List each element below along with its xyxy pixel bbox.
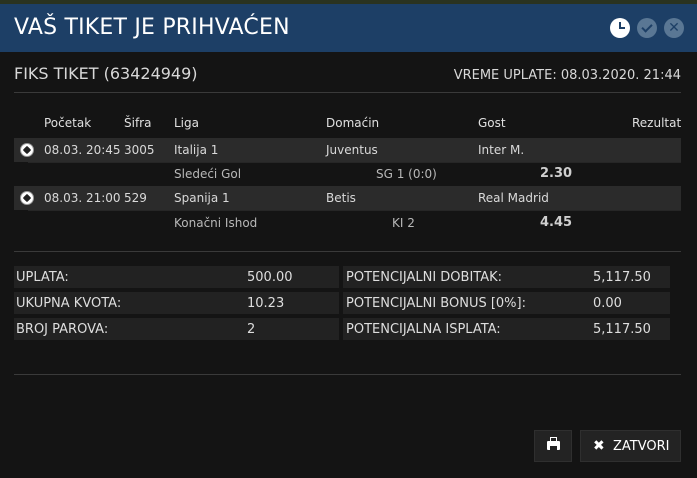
match-home: Juventus bbox=[326, 143, 378, 157]
total-odds-label: UKUPNA KVOTA: bbox=[16, 296, 122, 311]
modal-header: VAŠ TIKET JE PRIHVAĆEN ✕ bbox=[0, 4, 697, 52]
football-icon bbox=[20, 143, 34, 157]
potential-win-value: 5,117.50 bbox=[593, 270, 651, 285]
match-league: Spanija 1 bbox=[174, 191, 230, 205]
total-odds-value: 10.23 bbox=[247, 296, 285, 311]
match-code: 3005 bbox=[124, 143, 155, 157]
col-away: Gost bbox=[478, 116, 506, 130]
printer-icon bbox=[547, 437, 560, 451]
potential-payout-label: POTENCIJALNA ISPLATA: bbox=[346, 322, 501, 337]
stake-label: UPLATA: bbox=[16, 270, 69, 285]
col-code: Šifra bbox=[124, 116, 152, 130]
divider bbox=[14, 374, 681, 375]
stake-value: 500.00 bbox=[247, 270, 293, 285]
football-icon bbox=[20, 191, 34, 205]
close-x-icon: ✖ bbox=[593, 438, 605, 454]
pairs-value: 2 bbox=[247, 322, 256, 337]
potential-win-label: POTENCIJALNI DOBITAK: bbox=[346, 270, 503, 285]
potential-payout-value: 5,117.50 bbox=[593, 322, 651, 337]
bet-type: Konačni Ishod bbox=[174, 216, 258, 230]
ticket-title: FIKS TIKET (63424949) bbox=[14, 64, 198, 83]
potential-bonus-value: 0.00 bbox=[593, 296, 622, 311]
pairs-label: BROJ PAROVA: bbox=[16, 322, 109, 337]
print-button[interactable] bbox=[534, 430, 572, 462]
divider bbox=[14, 251, 681, 252]
col-home: Domaćin bbox=[326, 116, 380, 130]
bet-pick: SG 1 (0:0) bbox=[376, 167, 437, 181]
check-icon[interactable] bbox=[637, 18, 657, 38]
modal-title: VAŠ TIKET JE PRIHVAĆEN bbox=[14, 15, 290, 40]
col-league: Liga bbox=[174, 116, 199, 130]
bet-pick: KI 2 bbox=[392, 216, 415, 230]
match-start: 08.03. 20:45 bbox=[44, 143, 121, 157]
clock-icon[interactable] bbox=[610, 18, 630, 38]
potential-bonus-label: POTENCIJALNI BONUS [0%]: bbox=[346, 296, 526, 311]
close-button-label: ZATVORI bbox=[613, 439, 670, 454]
ticket-time: VREME UPLATE: 08.03.2020. 21:44 bbox=[453, 68, 681, 83]
match-league: Italija 1 bbox=[174, 143, 219, 157]
match-start: 08.03. 21:00 bbox=[44, 191, 121, 205]
bet-odd: 2.30 bbox=[540, 166, 573, 181]
match-home: Betis bbox=[326, 191, 356, 205]
summary-left: UPLATA: 500.00 UKUPNA KVOTA: 10.23 BROJ … bbox=[14, 266, 339, 344]
match-away: Real Madrid bbox=[478, 191, 549, 205]
close-button[interactable]: ✖ ZATVORI bbox=[580, 430, 681, 462]
row-divider bbox=[28, 162, 681, 163]
col-result: Rezultat bbox=[632, 116, 682, 130]
divider bbox=[14, 92, 681, 93]
match-away: Inter M. bbox=[478, 143, 525, 157]
match-code: 529 bbox=[124, 191, 147, 205]
summary-right: POTENCIJALNI DOBITAK: 5,117.50 POTENCIJA… bbox=[343, 266, 670, 344]
col-start: Početak bbox=[44, 116, 92, 130]
bet-type: Sledeći Gol bbox=[174, 167, 242, 181]
close-icon[interactable]: ✕ bbox=[664, 18, 684, 38]
row-divider bbox=[28, 210, 681, 211]
bet-odd: 4.45 bbox=[540, 215, 573, 230]
